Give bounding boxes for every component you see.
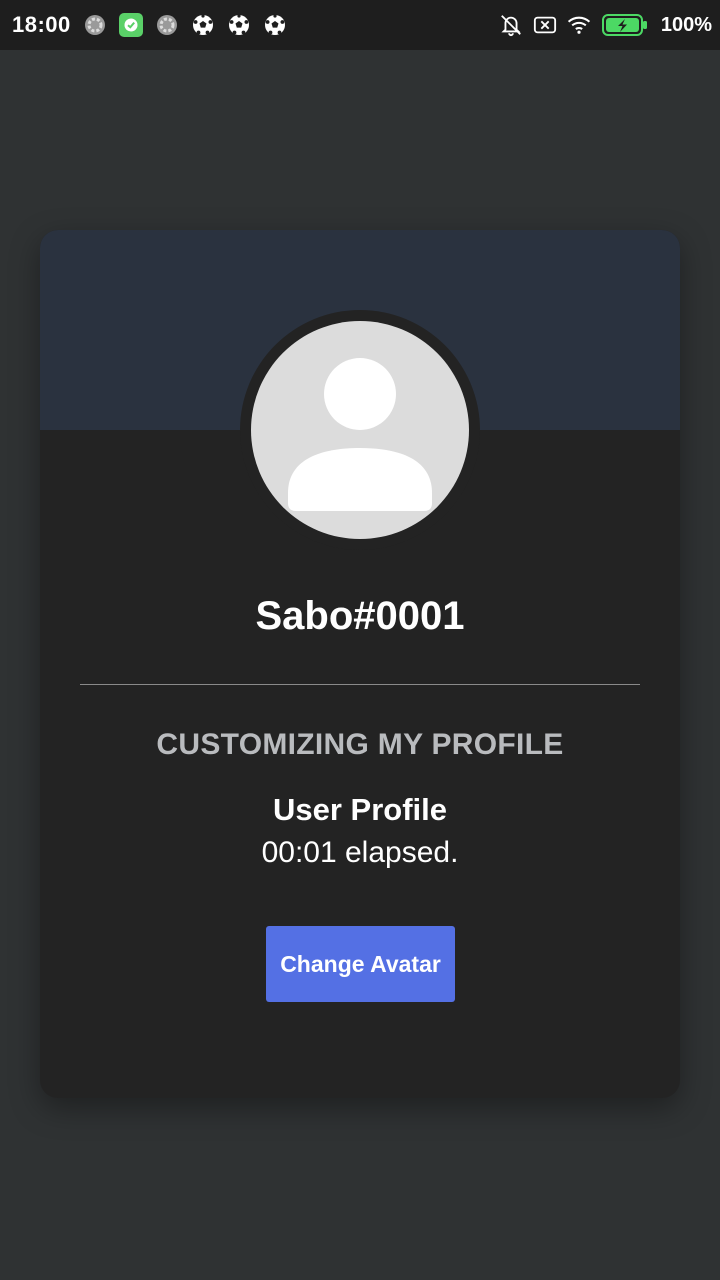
spinner-icon [155,13,179,37]
system-icons: 100% [499,13,712,37]
change-avatar-button[interactable]: Change Avatar [266,926,455,1002]
app-check-icon [118,13,143,37]
battery-charging-icon [601,13,649,37]
activity-name: User Profile [272,792,447,827]
status-time: 18:00 [12,12,71,37]
default-user-avatar-icon [288,358,432,511]
username: Sabo#0001 [255,594,465,638]
profile-card: Sabo#0001 CUSTOMIZING MY PROFILE User Pr… [40,230,680,1098]
wifi-icon [567,13,591,37]
activity-elapsed-time: 00:01 elapsed. [261,836,459,869]
divider [80,684,640,685]
bell-muted-icon [499,13,523,37]
soccer-ball-icon [263,13,287,37]
app-screen: 18:00 100% Sabo#0001 CUSTOMIZING MY PROF… [0,0,720,1280]
avatar [251,321,469,539]
activity-heading: CUSTOMIZING MY PROFILE [156,728,564,761]
status-bar: 18:00 100% [0,0,720,50]
spinner-icon [83,13,107,37]
no-sim-icon [533,13,557,37]
soccer-ball-icon [191,13,215,37]
notification-icons [83,13,287,37]
soccer-ball-icon [227,13,251,37]
battery-percent: 100% [660,13,712,36]
